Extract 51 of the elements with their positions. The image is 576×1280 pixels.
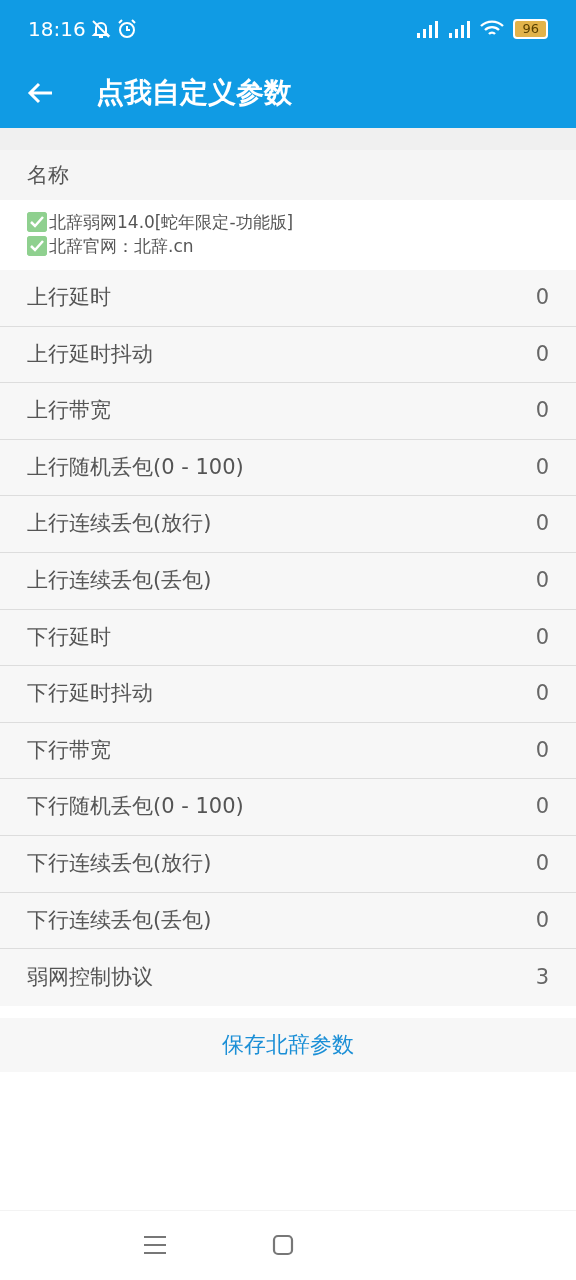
- note-text: 北辞官网：北辞.cn: [49, 235, 194, 258]
- parameter-row[interactable]: 上行连续丢包(丢包) 0: [0, 552, 576, 610]
- parameter-label: 上行延时: [27, 284, 111, 312]
- check-icon: [27, 236, 47, 256]
- parameter-value: 0: [535, 453, 549, 481]
- home-icon[interactable]: [271, 1234, 294, 1257]
- section-header: 名称: [0, 150, 576, 200]
- check-icon: [27, 212, 47, 232]
- parameter-label: 上行随机丢包(0 - 100): [27, 453, 244, 481]
- parameter-label: 下行延时: [27, 623, 111, 651]
- parameter-row[interactable]: 上行延时 0: [0, 270, 576, 327]
- parameter-value: 0: [535, 793, 549, 821]
- parameter-row[interactable]: 下行连续丢包(放行) 0: [0, 835, 576, 893]
- parameter-label: 下行连续丢包(丢包): [27, 906, 212, 934]
- parameter-value: 0: [535, 510, 549, 538]
- parameter-label: 上行连续丢包(丢包): [27, 567, 212, 594]
- back-arrow-icon[interactable]: [26, 81, 54, 105]
- parameter-value: 0: [535, 567, 549, 594]
- parameter-label: 上行延时抖动: [27, 340, 153, 368]
- parameter-row[interactable]: 下行随机丢包(0 - 100) 0: [0, 779, 576, 836]
- battery-indicator: 96: [513, 19, 548, 39]
- muted-bell-icon: [89, 18, 112, 40]
- parameter-value: 0: [535, 680, 549, 708]
- parameter-label: 下行随机丢包(0 - 100): [27, 793, 244, 821]
- parameter-row[interactable]: 下行延时 0: [0, 609, 576, 667]
- toolbar-title: 点我自定义参数: [96, 75, 292, 111]
- menu-icon[interactable]: [142, 1235, 167, 1256]
- parameter-row[interactable]: 上行延时抖动 0: [0, 326, 576, 384]
- parameter-row[interactable]: 下行连续丢包(丢包) 0: [0, 892, 576, 950]
- parameter-value: 3: [535, 963, 549, 991]
- parameter-value: 0: [535, 850, 549, 877]
- note-text: 北辞弱网14.0[蛇年限定-功能版]: [49, 211, 294, 234]
- parameter-row[interactable]: 上行连续丢包(放行) 0: [0, 496, 576, 553]
- parameter-value: 0: [535, 623, 549, 651]
- parameter-value: 0: [535, 284, 549, 312]
- parameter-row[interactable]: 下行带宽 0: [0, 722, 576, 780]
- parameter-row[interactable]: 上行随机丢包(0 - 100) 0: [0, 439, 576, 497]
- clock-time: 18:16: [28, 16, 86, 43]
- parameter-value: 0: [535, 906, 549, 934]
- parameter-row[interactable]: 弱网控制协议 3: [0, 949, 576, 1006]
- parameter-label: 弱网控制协议: [27, 963, 153, 991]
- parameter-label: 上行连续丢包(放行): [27, 510, 212, 538]
- parameter-label: 上行带宽: [27, 397, 111, 425]
- parameter-label: 下行延时抖动: [27, 680, 153, 708]
- parameter-row[interactable]: 下行延时抖动 0: [0, 666, 576, 723]
- parameter-label: 下行带宽: [27, 736, 111, 764]
- parameter-label: 下行连续丢包(放行): [27, 850, 212, 877]
- parameter-value: 0: [535, 340, 549, 368]
- parameter-value: 0: [535, 736, 549, 764]
- parameter-row[interactable]: 上行带宽 0: [0, 383, 576, 440]
- parameter-value: 0: [535, 397, 549, 425]
